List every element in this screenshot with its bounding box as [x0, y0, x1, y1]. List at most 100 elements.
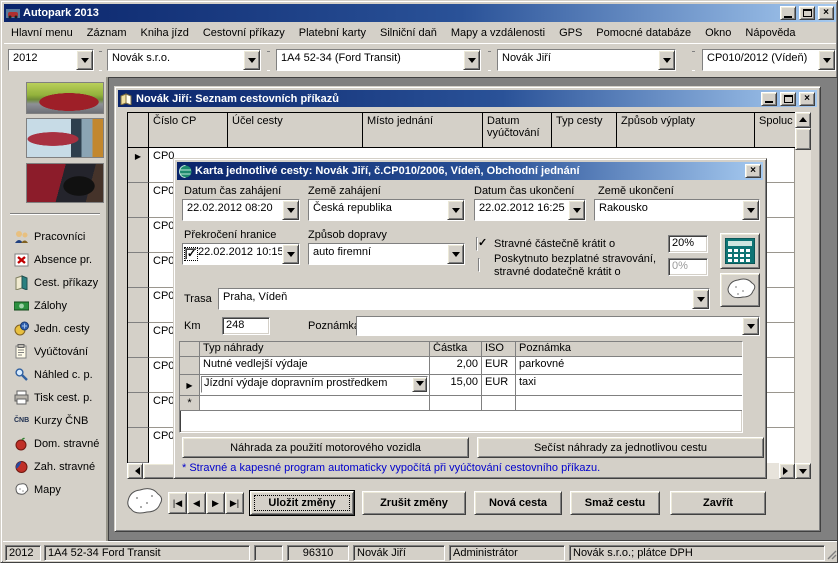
- column-header-spolucestujici[interactable]: Spoluc: [755, 113, 796, 147]
- nav-last-button[interactable]: ▶|: [225, 492, 244, 514]
- minimize-button[interactable]: [761, 92, 777, 106]
- close-button[interactable]: ×: [799, 92, 815, 106]
- resize-grip-icon[interactable]: [827, 550, 837, 560]
- column-header-poznamka[interactable]: Poznámka: [516, 342, 742, 357]
- km-input[interactable]: 248: [222, 317, 270, 335]
- sidebar-item-absence[interactable]: Absence pr.: [4, 248, 108, 271]
- main-titlebar[interactable]: Autopark 2013 ×: [4, 4, 836, 22]
- nav-prev-button[interactable]: ◀: [187, 492, 206, 514]
- menu-platebni-karty[interactable]: Platební karty: [292, 24, 373, 42]
- maximize-button[interactable]: [780, 92, 796, 106]
- compensation-row-active[interactable]: ▶ Jízdní výdaje dopravním prostředkem 15…: [180, 375, 742, 396]
- dropdown-arrow-icon[interactable]: [568, 200, 585, 220]
- menu-kniha-jizd[interactable]: Kniha jízd: [134, 24, 196, 42]
- sidebar-item-pracovnici[interactable]: Pracovníci: [4, 225, 108, 248]
- route-map-button[interactable]: [720, 273, 760, 307]
- sidebar-item-dom-stravne[interactable]: Dom. stravné: [4, 432, 108, 455]
- vehicle-combobox[interactable]: 1A4 52-34 (Ford Transit): [276, 49, 481, 71]
- meal-partial-cut-checkbox[interactable]: [476, 237, 478, 251]
- save-changes-button[interactable]: Uložit změny: [250, 491, 354, 515]
- column-header-cislo-cp[interactable]: Číslo CP: [149, 113, 228, 147]
- sidebar-item-vyuctovani[interactable]: Vyúčtování: [4, 340, 108, 363]
- menu-okno[interactable]: Okno: [698, 24, 738, 42]
- vertical-scrollbar-thumb[interactable]: [795, 128, 811, 150]
- menu-napoveda[interactable]: Nápověda: [738, 24, 802, 42]
- scroll-right-icon[interactable]: [779, 463, 795, 479]
- travel-order-combobox[interactable]: CP010/2012 (Vídeň): [702, 49, 836, 71]
- delete-trip-button[interactable]: Smaž cestu: [570, 491, 660, 515]
- dropdown-arrow-icon[interactable]: [447, 200, 464, 220]
- sum-trip-button[interactable]: Sečíst náhrady za jednotlivou cestu: [477, 437, 764, 458]
- dropdown-arrow-icon[interactable]: [658, 50, 675, 70]
- nav-next-button[interactable]: ▶: [206, 492, 225, 514]
- close-button[interactable]: ×: [818, 6, 834, 20]
- dropdown-arrow-icon[interactable]: [742, 200, 759, 220]
- menu-pomocne-databaze[interactable]: Pomocné databáze: [589, 24, 698, 42]
- start-datetime-combobox[interactable]: 22.02.2012 08:20: [182, 199, 300, 221]
- cancel-changes-button[interactable]: Zrušit změny: [362, 491, 466, 515]
- sidebar-item-nahled[interactable]: Náhled c. p.: [4, 363, 108, 386]
- dialog-titlebar[interactable]: Karta jednotlivé cesty: Novák Jiří, č.CP…: [177, 162, 763, 180]
- maximize-button[interactable]: [799, 6, 815, 20]
- column-header-zpusob-vyplaty[interactable]: Způsob výplaty: [617, 113, 755, 147]
- minimize-button[interactable]: [780, 6, 796, 20]
- sidebar-item-kurzy-cnb[interactable]: ČNB Kurzy ČNB: [4, 409, 108, 432]
- dropdown-arrow-icon[interactable]: [76, 50, 93, 70]
- sidebar-item-tisk[interactable]: Tisk cest. p.: [4, 386, 108, 409]
- sidebar-item-jedn-cesty[interactable]: Jedn. cesty: [4, 317, 108, 340]
- dropdown-arrow-icon[interactable]: [282, 200, 299, 220]
- menu-silnicni-dan[interactable]: Silniční daň: [373, 24, 444, 42]
- sidebar-item-cest-prikazy[interactable]: Cest. příkazy: [4, 271, 108, 294]
- end-datetime-combobox[interactable]: 22.02.2012 16:25: [474, 199, 586, 221]
- year-combobox[interactable]: 2012: [8, 49, 94, 71]
- route-combobox[interactable]: Praha, Vídeň: [218, 288, 710, 310]
- column-header-typ-cesty[interactable]: Typ cesty: [552, 113, 617, 147]
- dropdown-arrow-icon[interactable]: [412, 377, 427, 392]
- end-country-combobox[interactable]: Rakousko: [594, 199, 760, 221]
- dropdown-arrow-icon[interactable]: [818, 50, 835, 70]
- dropdown-arrow-icon[interactable]: [282, 244, 299, 264]
- scroll-left-icon[interactable]: [127, 463, 143, 479]
- border-crossing-combobox[interactable]: 22.02.2012 10:15: [182, 243, 300, 265]
- sidebar-item-zalohy[interactable]: Zálohy: [4, 294, 108, 317]
- dropdown-arrow-icon[interactable]: [692, 289, 709, 309]
- border-crossing-checkbox[interactable]: [185, 248, 197, 260]
- meal-free-input[interactable]: 0%: [668, 258, 708, 276]
- list-window-titlebar[interactable]: Novák Jiří: Seznam cestovních příkazů ×: [118, 90, 817, 107]
- menu-mapy-a-vzdalenosti[interactable]: Mapy a vzdálenosti: [444, 24, 552, 42]
- transport-mode-combobox[interactable]: auto firemní: [308, 243, 465, 265]
- menu-zaznam[interactable]: Záznam: [80, 24, 134, 42]
- column-header-datum-vyuctovani[interactable]: Datum vyúčtování: [483, 113, 552, 147]
- company-combobox[interactable]: Novák s.r.o.: [107, 49, 261, 71]
- nav-first-button[interactable]: |◀: [168, 492, 187, 514]
- vehicle-compensation-button[interactable]: Náhrada za použití motorového vozidla: [182, 437, 469, 458]
- start-country-combobox[interactable]: Česká republika: [308, 199, 465, 221]
- menu-hlavni-menu[interactable]: Hlavní menu: [4, 24, 80, 42]
- compensation-type-combobox[interactable]: Jízdní výdaje dopravním prostředkem: [201, 376, 428, 393]
- column-header-iso[interactable]: ISO: [482, 342, 516, 357]
- vertical-scrollbar[interactable]: [795, 112, 811, 479]
- menu-cestovni-prikazy[interactable]: Cestovní příkazy: [196, 24, 292, 42]
- meal-free-checkbox[interactable]: [478, 258, 480, 272]
- close-icon[interactable]: ×: [745, 164, 761, 178]
- compensation-row-new[interactable]: *: [180, 396, 742, 411]
- sidebar-item-zah-stravne[interactable]: Zah. stravné: [4, 455, 108, 478]
- column-header-typ-nahrady[interactable]: Typ náhrady: [200, 342, 430, 357]
- column-header-ucel-cesty[interactable]: Účel cesty: [228, 113, 363, 147]
- sidebar-item-mapy[interactable]: Mapy: [4, 478, 108, 501]
- close-window-button[interactable]: Zavřít: [670, 491, 766, 515]
- dropdown-arrow-icon[interactable]: [447, 244, 464, 264]
- dropdown-arrow-icon[interactable]: [243, 50, 260, 70]
- menu-gps[interactable]: GPS: [552, 24, 589, 42]
- meal-partial-cut-input[interactable]: 20%: [668, 235, 708, 253]
- compensation-row[interactable]: Nutné vedlejší výdaje 2,00 EUR parkovné: [180, 357, 742, 375]
- dropdown-arrow-icon[interactable]: [742, 317, 759, 335]
- new-trip-button[interactable]: Nová cesta: [474, 491, 562, 515]
- dropdown-arrow-icon[interactable]: [463, 50, 480, 70]
- scroll-up-icon[interactable]: [795, 112, 811, 128]
- scroll-down-icon[interactable]: [795, 463, 811, 479]
- note-combobox[interactable]: [356, 316, 760, 336]
- person-combobox[interactable]: Novák Jiří: [497, 49, 676, 71]
- column-header-misto-jednani[interactable]: Místo jednání: [363, 113, 483, 147]
- calculator-button[interactable]: [720, 233, 760, 269]
